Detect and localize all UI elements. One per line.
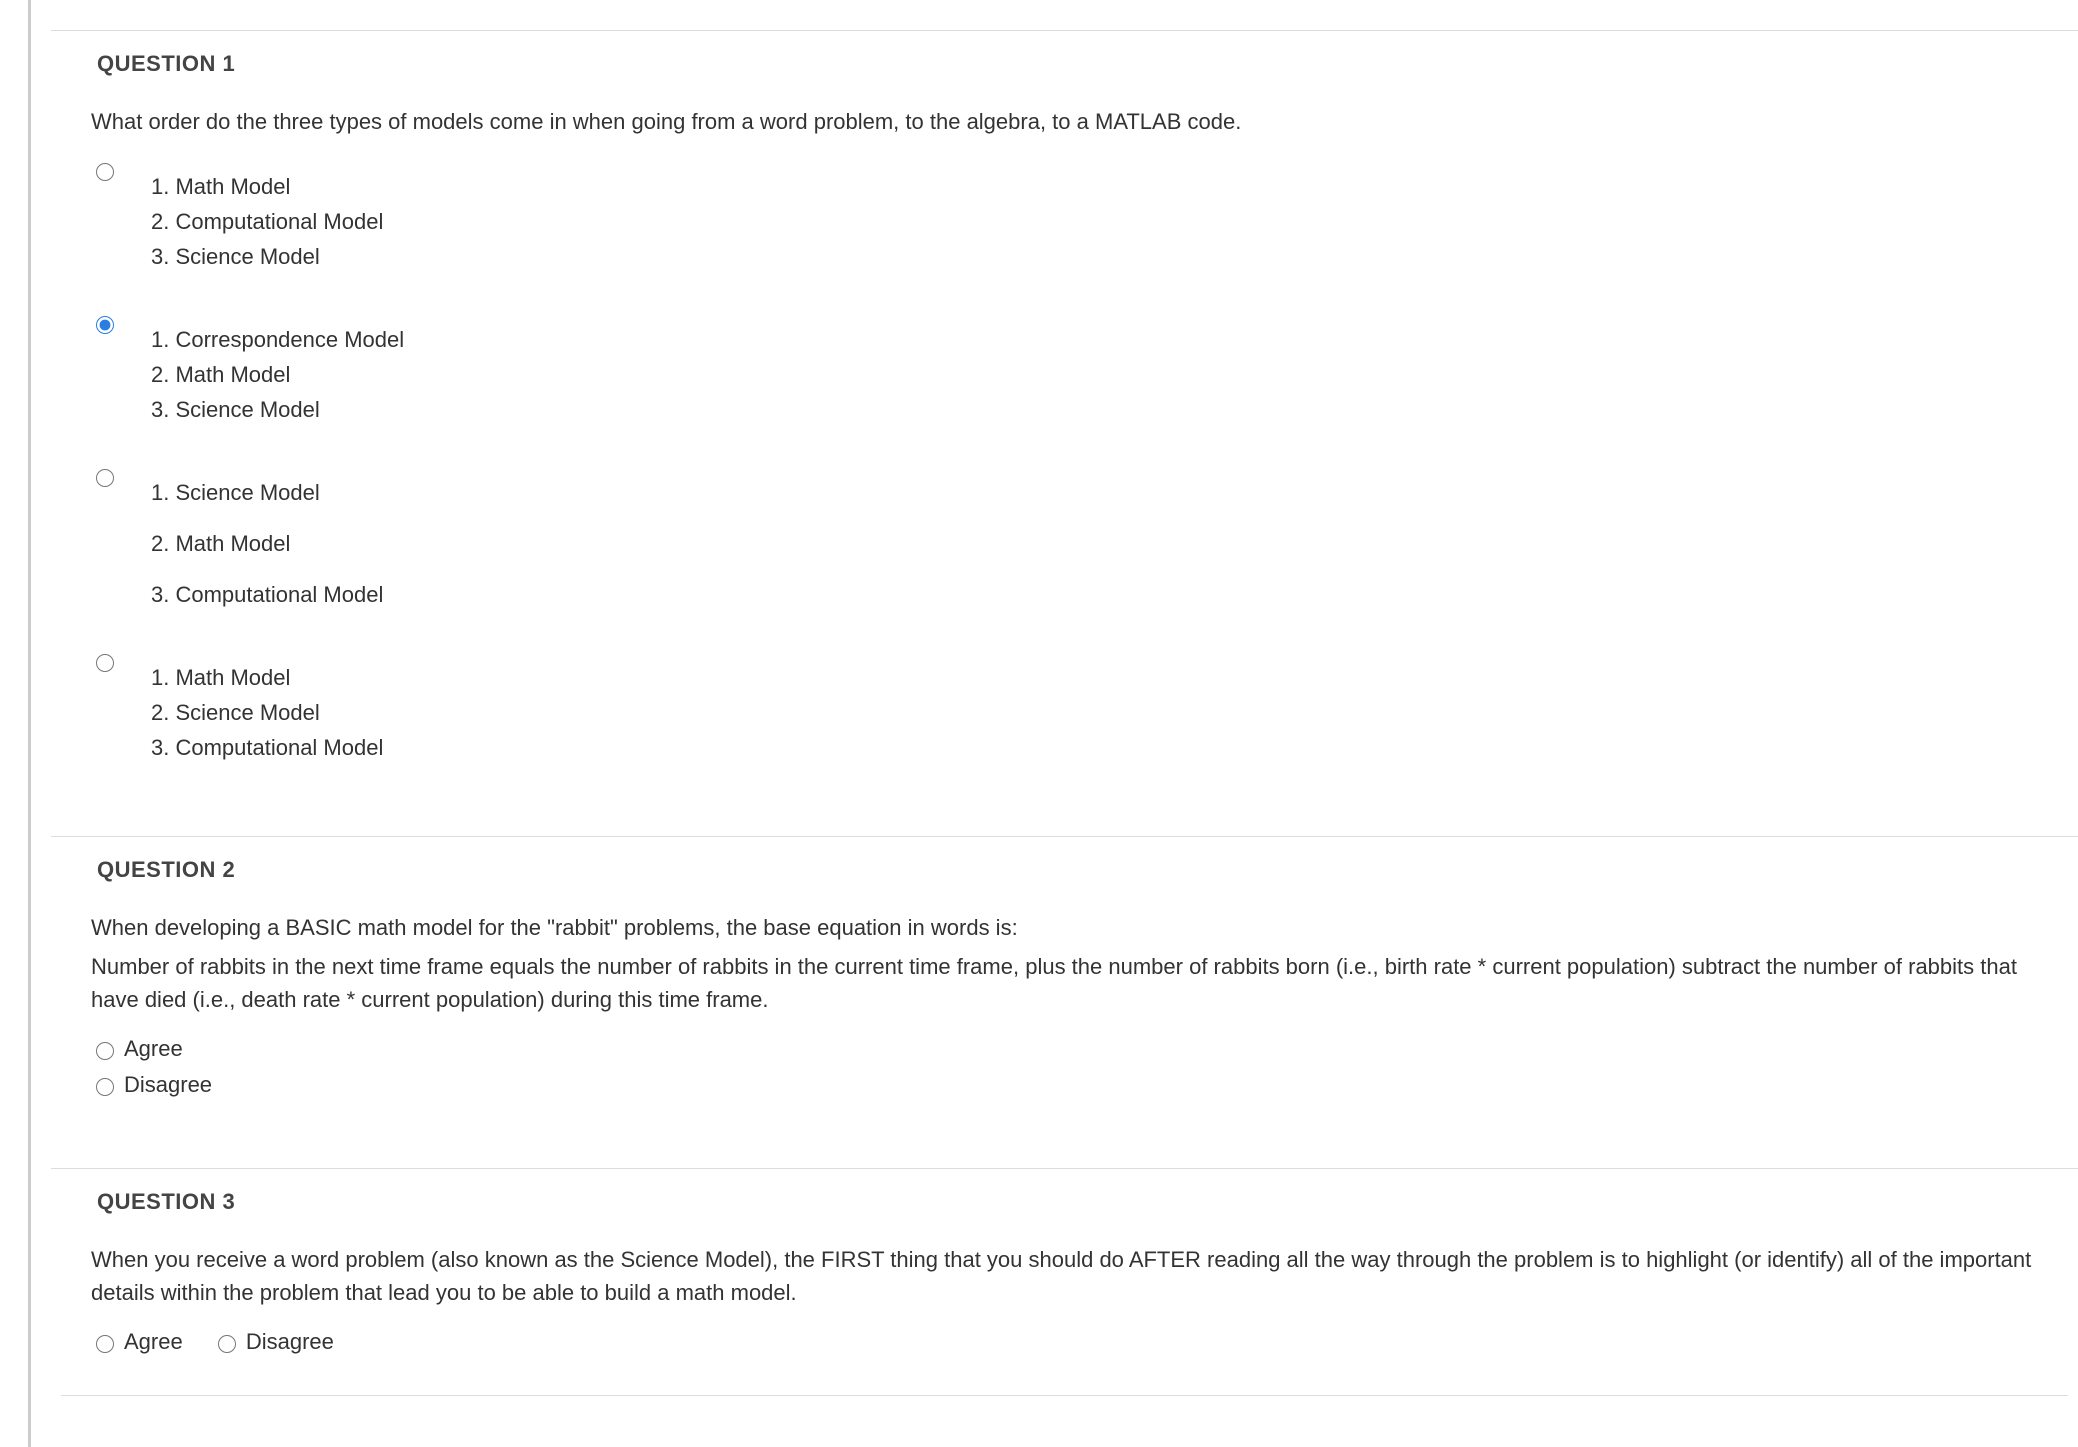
page-content: QUESTION 1 What order do the three types… — [28, 0, 2078, 1447]
q1-option-d: 1. Math Model 2. Science Model 3. Comput… — [91, 649, 2038, 766]
separator — [61, 1395, 2068, 1396]
q1-option-b-line1: 1. Correspondence Model — [151, 323, 2038, 356]
q2-option-disagree-label: Disagree — [124, 1072, 212, 1098]
q3-option-agree-label: Agree — [124, 1329, 183, 1355]
q1-option-c-content: 1. Science Model 2. Math Model 3. Comput… — [151, 464, 2038, 613]
q1-option-a-line1: 1. Math Model — [151, 170, 2038, 203]
q2-option-agree-label: Agree — [124, 1036, 183, 1062]
q1-option-d-line3: 3. Computational Model — [151, 731, 2038, 764]
radio-wrap — [91, 649, 151, 678]
q2-option-agree[interactable]: Agree — [91, 1036, 2014, 1062]
question-3-options: Agree Disagree — [91, 1329, 2038, 1365]
q1-option-c-line3: 3. Computational Model — [151, 578, 2038, 611]
question-3-prompt: When you receive a word problem (also kn… — [91, 1243, 2038, 1309]
q3-option-agree[interactable]: Agree — [91, 1329, 183, 1355]
q1-option-b-line3: 3. Science Model — [151, 393, 2038, 426]
q1-option-d-line1: 1. Math Model — [151, 661, 2038, 694]
q1-option-a-line2: 2. Computational Model — [151, 205, 2038, 238]
q1-option-a-content: 1. Math Model 2. Computational Model 3. … — [151, 158, 2038, 275]
question-1-options: 1. Math Model 2. Computational Model 3. … — [91, 158, 2038, 766]
q1-radio-c[interactable] — [96, 469, 114, 487]
question-3: QUESTION 3 When you receive a word probl… — [51, 1168, 2078, 1416]
q1-option-b-content: 1. Correspondence Model 2. Math Model 3.… — [151, 311, 2038, 428]
q1-radio-a[interactable] — [96, 163, 114, 181]
q1-option-d-line2: 2. Science Model — [151, 696, 2038, 729]
question-2-options: Agree Disagree — [91, 1036, 2038, 1098]
question-1-title: QUESTION 1 — [97, 51, 2068, 77]
question-3-title: QUESTION 3 — [97, 1189, 2068, 1215]
q1-option-d-content: 1. Math Model 2. Science Model 3. Comput… — [151, 649, 2038, 766]
q2-option-disagree[interactable]: Disagree — [91, 1072, 2014, 1098]
q1-option-c-line1: 1. Science Model — [151, 476, 2038, 509]
question-2: QUESTION 2 When developing a BASIC math … — [51, 836, 2078, 1148]
q1-radio-d[interactable] — [96, 654, 114, 672]
question-2-prompt-line2: Number of rabbits in the next time frame… — [91, 950, 2038, 1016]
q3-option-disagree-label: Disagree — [246, 1329, 334, 1355]
q1-option-c-line2: 2. Math Model — [151, 527, 2038, 560]
q3-option-disagree[interactable]: Disagree — [213, 1329, 334, 1355]
q1-option-c: 1. Science Model 2. Math Model 3. Comput… — [91, 464, 2038, 613]
radio-wrap — [91, 311, 151, 340]
question-2-title: QUESTION 2 — [97, 857, 2068, 883]
radio-wrap — [91, 158, 151, 187]
question-1-prompt: What order do the three types of models … — [91, 105, 2038, 138]
q2-radio-disagree[interactable] — [96, 1078, 114, 1096]
q3-radio-disagree[interactable] — [218, 1335, 236, 1353]
q2-radio-agree[interactable] — [96, 1042, 114, 1060]
radio-wrap — [91, 464, 151, 493]
q1-option-a-line3: 3. Science Model — [151, 240, 2038, 273]
q1-option-b-line2: 2. Math Model — [151, 358, 2038, 391]
q1-option-a: 1. Math Model 2. Computational Model 3. … — [91, 158, 2038, 275]
q1-radio-b[interactable] — [96, 316, 114, 334]
question-2-prompt-line1: When developing a BASIC math model for t… — [91, 911, 2038, 944]
q1-option-b: 1. Correspondence Model 2. Math Model 3.… — [91, 311, 2038, 428]
question-1: QUESTION 1 What order do the three types… — [51, 30, 2078, 816]
q3-radio-agree[interactable] — [96, 1335, 114, 1353]
